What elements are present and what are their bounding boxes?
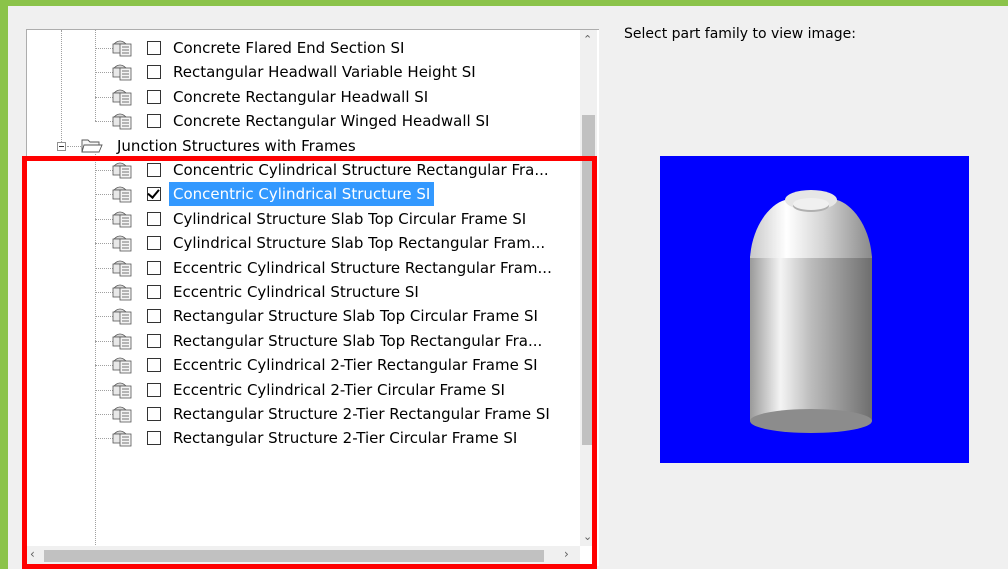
window-accent-left: [0, 0, 8, 569]
highlight-box: [22, 156, 597, 569]
tree-row[interactable]: Concrete Flared End Section SI: [27, 36, 582, 60]
part-family-icon: [111, 62, 133, 82]
part-preview-image: [660, 156, 969, 463]
cylindrical-structure-render: [750, 190, 872, 433]
tree-group-row[interactable]: Junction Structures with Frames: [27, 134, 582, 158]
part-family-label[interactable]: Rectangular Headwall Variable Height SI: [173, 60, 476, 84]
part-family-label[interactable]: Concrete Rectangular Headwall SI: [173, 85, 428, 109]
part-checkbox[interactable]: [147, 114, 161, 129]
tree-guide-line: [95, 30, 96, 122]
open-folder-icon: [81, 137, 103, 155]
part-checkbox[interactable]: [147, 89, 161, 104]
tree-row[interactable]: Concrete Rectangular Headwall SI: [27, 85, 582, 109]
group-label[interactable]: Junction Structures with Frames: [117, 134, 356, 158]
part-checkbox[interactable]: [147, 41, 161, 55]
tree-row[interactable]: Rectangular Headwall Variable Height SI: [27, 60, 582, 84]
part-family-label[interactable]: Concrete Rectangular Winged Headwall SI: [173, 109, 489, 133]
preview-prompt: Select part family to view image:: [624, 26, 856, 42]
part-checkbox[interactable]: [147, 65, 161, 80]
scroll-up-arrow-icon[interactable]: ⌃: [583, 33, 592, 46]
tree-connector: [67, 145, 81, 147]
part-family-icon: [111, 111, 133, 131]
collapse-toggle-icon[interactable]: [57, 141, 66, 151]
part-family-label[interactable]: Concrete Flared End Section SI: [173, 36, 404, 60]
part-family-icon: [111, 87, 133, 107]
tree-guide-line: [61, 30, 62, 142]
part-family-icon: [111, 38, 133, 58]
tree-row[interactable]: Concrete Rectangular Winged Headwall SI: [27, 109, 582, 133]
